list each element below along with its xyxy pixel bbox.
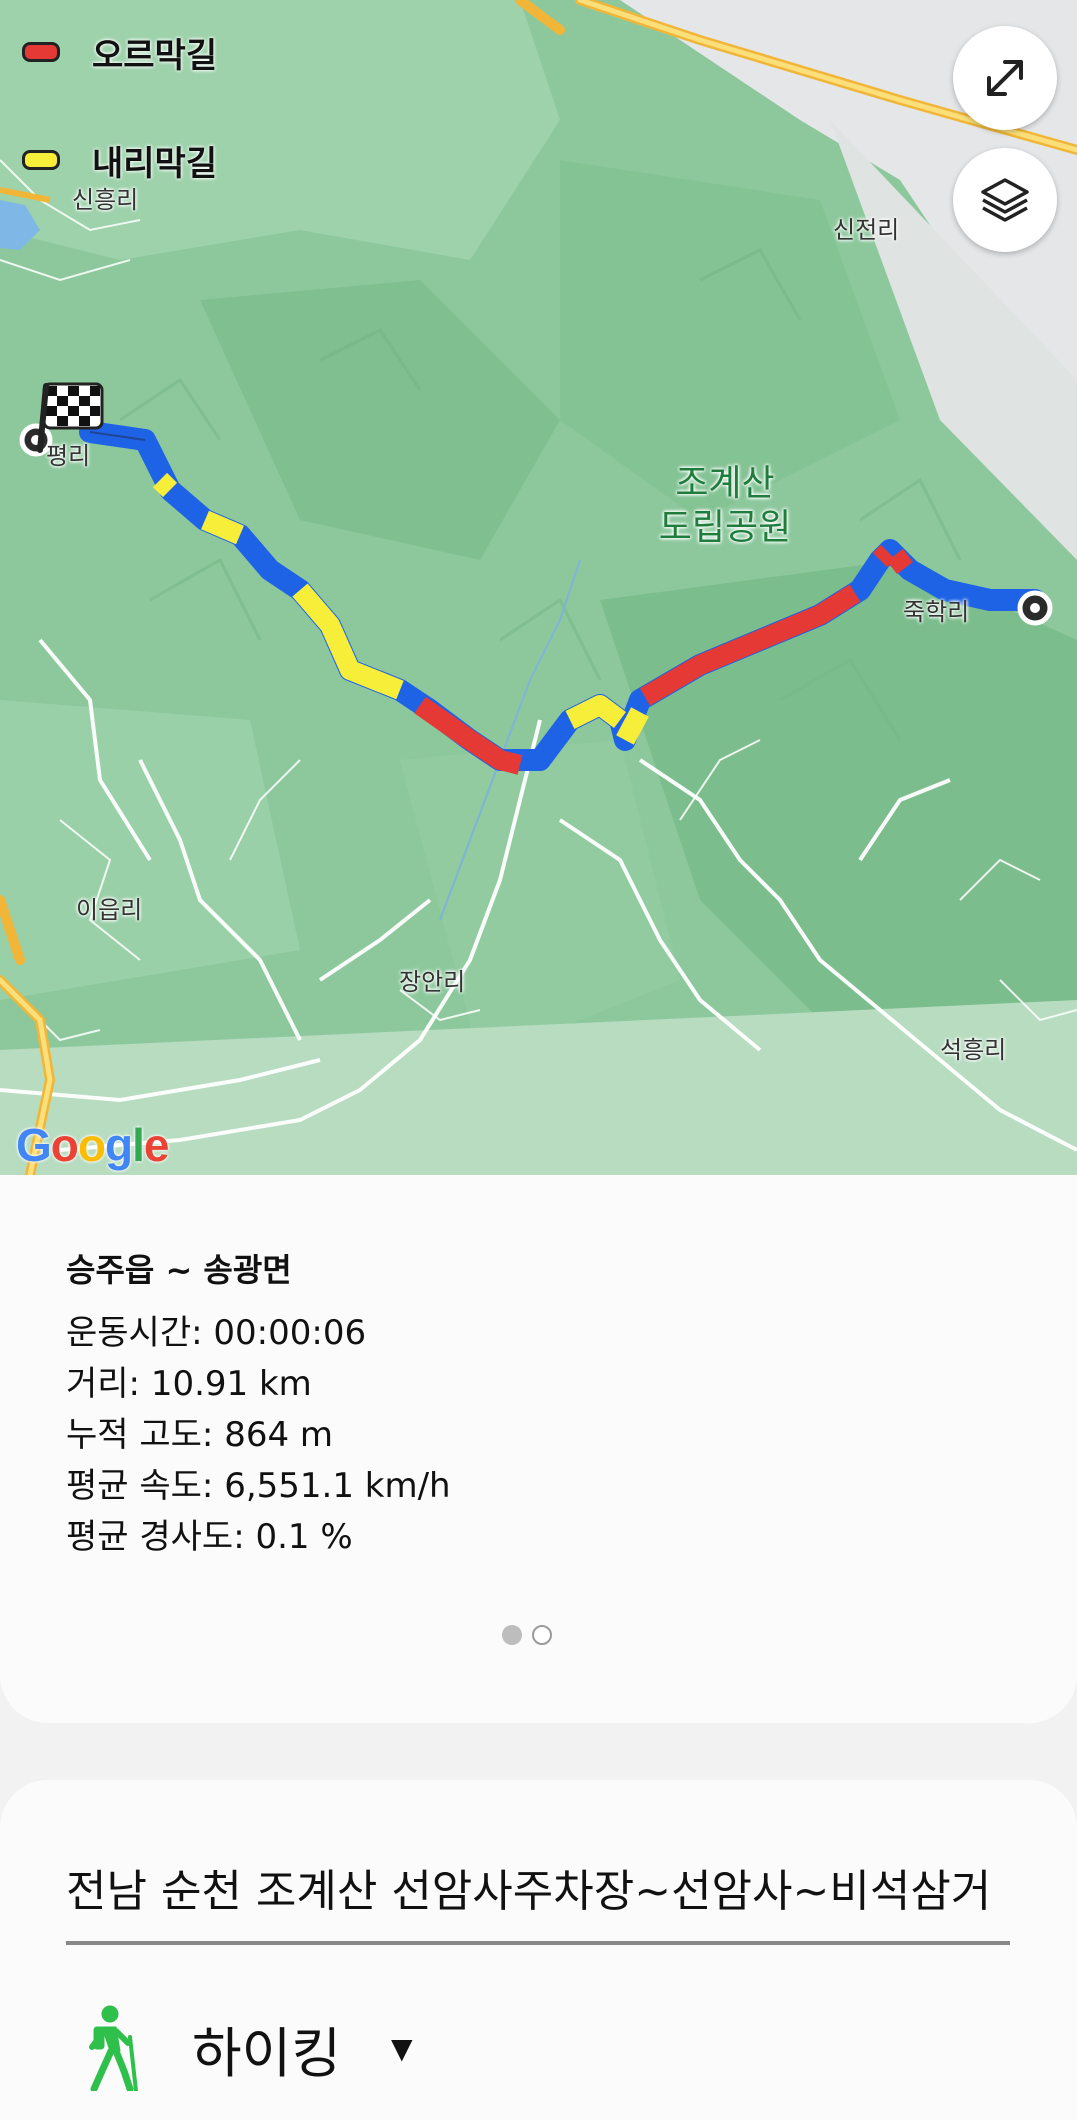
stat-average-speed: 평균 속도: 6,551.1 km/h — [66, 1466, 451, 1506]
stat-elevation-gain: 누적 고도: 864 m — [66, 1415, 334, 1455]
stat-distance: 거리: 10.91 km — [66, 1364, 312, 1404]
hiking-person-icon — [89, 2005, 138, 2091]
map-layers-button[interactable] — [953, 148, 1057, 252]
google-logo: Google — [16, 1119, 169, 1171]
place-label-ieup: 이읍리 — [76, 896, 143, 924]
layers-icon — [981, 178, 1029, 222]
activity-type-label: 하이킹 — [192, 2021, 342, 2085]
legend-label-downhill: 내리막길 — [92, 143, 218, 184]
expand-diagonal-icon — [987, 60, 1023, 96]
fullscreen-button[interactable] — [953, 26, 1057, 130]
place-label-seokheung: 석흥리 — [940, 1036, 1007, 1064]
park-label-line2: 도립공원 — [658, 507, 792, 548]
route-summary-title: 승주읍 ~ 송광면 — [66, 1251, 292, 1289]
map-legend: 오르막길 내리막길 — [22, 28, 217, 204]
activity-card: 전남 순천 조계산 선암사주차장~선암사~비석삼거 하이킹 ▼ — [0, 1780, 1077, 2120]
park-label-line1: 조계산 — [675, 463, 775, 504]
route-stats: 운동시간: 00:00:06 거리: 10.91 km 누적 고도: 864 m… — [66, 1308, 451, 1563]
legend-item-uphill: 오르막길 — [22, 28, 217, 76]
stat-average-grade: 평균 경사도: 0.1 % — [66, 1517, 353, 1557]
uphill-swatch — [22, 42, 60, 62]
activity-type-selector[interactable]: 하이킹 ▼ — [80, 2005, 413, 2091]
place-label-jangan: 장안리 — [399, 968, 466, 996]
place-label-sinjeon: 신전리 — [833, 216, 900, 244]
route-info-card[interactable]: 승주읍 ~ 송광면 운동시간: 00:00:06 거리: 10.91 km 누적… — [0, 1175, 1077, 1723]
route-map[interactable]: 신흥리 신전리 평리 죽학리 이읍리 장안리 석흥리 조계산 도립공원 오르막길… — [0, 0, 1077, 1175]
park-label: 조계산 도립공원 — [650, 462, 800, 550]
downhill-swatch — [22, 150, 60, 170]
legend-label-uphill: 오르막길 — [92, 35, 218, 76]
place-label-pyeong: 평리 — [46, 442, 91, 470]
stat-exercise-time: 운동시간: 00:00:06 — [66, 1313, 367, 1353]
route-name-field[interactable]: 전남 순천 조계산 선암사주차장~선암사~비석삼거 — [66, 1855, 1010, 1945]
place-label-jukhak: 죽학리 — [903, 598, 970, 626]
page-dot-2[interactable] — [532, 1625, 552, 1645]
page-indicator[interactable] — [502, 1625, 552, 1645]
legend-item-downhill: 내리막길 — [22, 116, 217, 204]
page-dot-1[interactable] — [502, 1625, 522, 1645]
dropdown-caret-icon: ▼ — [391, 2031, 413, 2065]
